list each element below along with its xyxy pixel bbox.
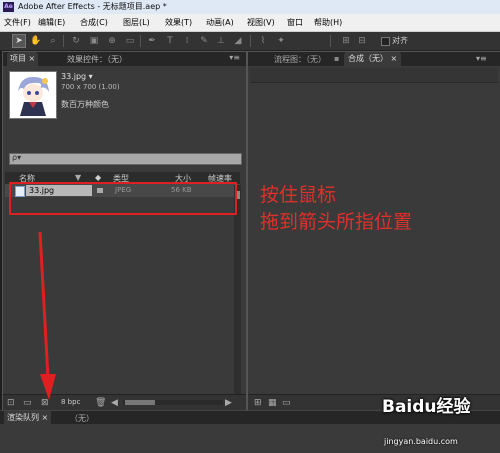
pan-behind-tool-icon[interactable]: ⊕: [106, 35, 118, 47]
panel-menu-icon[interactable]: ▾≡: [476, 54, 487, 63]
menu-bar: 文件(F) 编辑(E) 合成(C) 图层(L) 效果(T) 动画(A) 视图(V…: [0, 14, 500, 32]
vertical-text-tool-icon[interactable]: ⁞: [181, 35, 193, 47]
scrollbar-thumb[interactable]: [235, 191, 240, 199]
interpret-footage-icon[interactable]: ⊡: [7, 398, 15, 408]
column-frame-rate[interactable]: 帧速率: [208, 173, 232, 184]
tab-project[interactable]: 项目 ×: [7, 52, 39, 66]
project-panel: 项目 × 效果控件：（无） ▾≡ 33.jpg ▾ 700 x 700 (1.0…: [2, 51, 247, 412]
file-row[interactable]: 33.jpg JPEG 56 KB: [5, 184, 240, 197]
column-type[interactable]: 类型: [113, 173, 129, 184]
align-checkbox[interactable]: [381, 37, 390, 46]
local-axis-icon[interactable]: ⊞: [340, 35, 352, 47]
selected-file-color-info: 数百万种颜色: [61, 100, 109, 109]
tools-bar: ➤ ✋ ⌕ ↻ ▣ ⊕ ▭ ✒ T ⁞ ✎ ⊥ ◢ ⌇ ✦ ⊞ ⊟ 对齐: [0, 32, 500, 51]
file-thumbnail: [9, 71, 57, 119]
grid-icon[interactable]: ▦: [268, 398, 277, 408]
menu-composition[interactable]: 合成(C): [80, 17, 108, 28]
close-icon[interactable]: ×: [391, 54, 398, 63]
column-name[interactable]: 名称: [19, 173, 35, 184]
menu-effect[interactable]: 效果(T): [165, 17, 192, 28]
eraser-tool-icon[interactable]: ◢: [232, 35, 244, 47]
menu-help[interactable]: 帮助(H): [314, 17, 342, 28]
file-row-name[interactable]: 33.jpg: [26, 185, 92, 196]
anime-character-thumbnail-icon: [10, 72, 56, 118]
color-depth-label[interactable]: 8 bpc: [61, 398, 80, 406]
separator: [250, 35, 251, 47]
menu-animation[interactable]: 动画(A): [206, 17, 234, 28]
baidu-watermark-logo: Baidu经验: [382, 397, 471, 417]
puppet-tool-icon[interactable]: ✦: [275, 35, 287, 47]
window-title: Adobe After Effects - 无标题项目.aep *: [18, 2, 167, 11]
scrollbar-thumb[interactable]: [125, 400, 155, 405]
tab-composition-label: 合成（无）: [348, 54, 388, 63]
baidu-watermark-url: jingyan.baidu.com: [384, 437, 458, 446]
title-bar: Ae Adobe After Effects - 无标题项目.aep *: [0, 0, 500, 14]
panel-menu-icon[interactable]: ▾≡: [229, 53, 240, 62]
separator: [140, 35, 141, 47]
selected-file-dimensions: 700 x 700 (1.00): [61, 83, 120, 91]
clone-stamp-tool-icon[interactable]: ⊥: [215, 35, 227, 47]
composition-subbar: [250, 68, 498, 83]
tab-render-queue[interactable]: 渲染队列 ×: [4, 411, 52, 425]
world-axis-icon[interactable]: ⊟: [356, 35, 368, 47]
selected-file-name: 33.jpg ▾: [61, 72, 93, 81]
camera-tool-icon[interactable]: ▣: [88, 35, 100, 47]
rotate-tool-icon[interactable]: ↻: [70, 35, 82, 47]
roto-brush-tool-icon[interactable]: ⌇: [257, 35, 269, 47]
project-panel-footer: ⊡ ▭ ⊠ 8 bpc 🗑 ◀ ▶: [3, 394, 246, 411]
annotation-text-line1: 按住鼠标: [260, 184, 337, 206]
scroll-right-icon[interactable]: ▶: [225, 398, 232, 408]
mask-tool-icon[interactable]: ▭: [124, 35, 136, 47]
render-queue-value[interactable]: （无）: [70, 413, 94, 424]
project-search-input[interactable]: ρ▾: [9, 153, 242, 165]
tab-project-label: 项目: [10, 54, 26, 63]
project-horizontal-scrollbar[interactable]: [123, 400, 223, 405]
label-color-box[interactable]: [97, 188, 103, 193]
brush-tool-icon[interactable]: ✎: [198, 35, 210, 47]
zoom-tool-icon[interactable]: ⌕: [47, 35, 59, 47]
project-panel-tabs: 项目 × 效果控件：（无） ▾≡: [3, 52, 246, 66]
hand-tool-icon[interactable]: ✋: [30, 35, 42, 47]
menu-file[interactable]: 文件(F): [4, 17, 31, 28]
menu-edit[interactable]: 编辑(E): [38, 17, 65, 28]
separator: [63, 35, 64, 47]
annotation-text-line2: 拖到箭头所指位置: [260, 211, 413, 233]
sort-arrow-icon[interactable]: ▼: [75, 173, 81, 182]
resolution-icon[interactable]: ▭: [282, 398, 291, 408]
align-label: 对齐: [392, 36, 408, 45]
tab-flowchart[interactable]: 流程图：（无）: [274, 54, 326, 65]
pen-tool-icon[interactable]: ✒: [146, 35, 158, 47]
tab-composition[interactable]: 合成（无） ×: [344, 52, 402, 66]
after-effects-logo-icon: Ae: [3, 2, 14, 12]
image-file-icon: [15, 186, 25, 197]
trash-icon[interactable]: 🗑: [95, 398, 106, 408]
selection-tool-icon[interactable]: ➤: [12, 34, 26, 48]
text-tool-icon[interactable]: T: [164, 35, 176, 47]
new-composition-icon[interactable]: ⊠: [41, 398, 49, 408]
project-vertical-scrollbar[interactable]: [234, 185, 241, 395]
magnification-icon[interactable]: ⊞: [254, 398, 262, 408]
file-row-size: 56 KB: [171, 186, 192, 194]
separator: [330, 35, 331, 47]
menu-window[interactable]: 窗口: [287, 17, 303, 28]
label-tag-icon[interactable]: ◆: [95, 173, 101, 182]
new-folder-icon[interactable]: ▭: [23, 398, 32, 408]
file-row-type: JPEG: [115, 186, 132, 194]
column-size[interactable]: 大小: [175, 173, 191, 184]
search-icon[interactable]: ρ▾: [12, 153, 21, 162]
lock-icon[interactable]: ▪: [334, 54, 339, 63]
composition-panel-tabs: 流程图：（无） ▪ 合成（无） × ▾≡: [248, 52, 500, 66]
close-icon[interactable]: ×: [29, 54, 36, 63]
menu-layer[interactable]: 图层(L): [123, 17, 150, 28]
tab-effect-controls[interactable]: 效果控件：（无）: [67, 54, 127, 65]
menu-view[interactable]: 视图(V): [247, 17, 275, 28]
scroll-left-icon[interactable]: ◀: [111, 398, 118, 408]
